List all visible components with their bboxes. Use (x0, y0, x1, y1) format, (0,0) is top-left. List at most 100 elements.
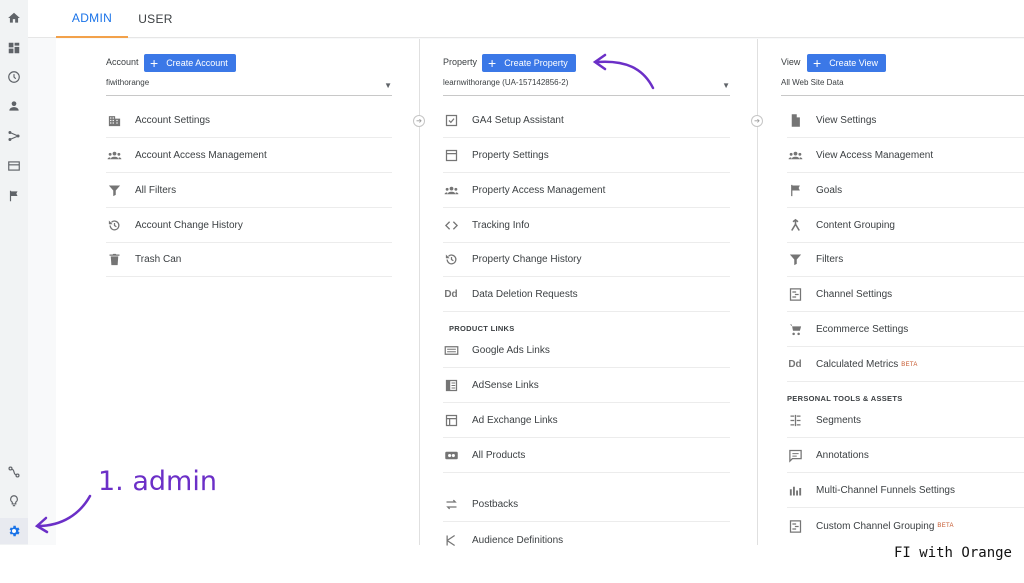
tab-admin[interactable]: ADMIN (56, 0, 128, 38)
acquisition-icon[interactable] (6, 128, 22, 144)
ga4-setup-assistant-item[interactable]: GA4 Setup Assistant (443, 104, 730, 138)
products-icon (443, 448, 459, 464)
channel-icon (787, 518, 803, 534)
plus-icon: + (813, 55, 822, 71)
create-property-label: Create Property (504, 58, 568, 68)
home-icon[interactable] (6, 10, 22, 26)
trash-icon (106, 252, 122, 268)
filter-icon (106, 183, 122, 199)
channel-settings-item[interactable]: Channel Settings (787, 278, 1024, 312)
ecommerce-settings-item[interactable]: Ecommerce Settings (787, 313, 1024, 347)
people-icon (443, 183, 459, 199)
arrow-circle-icon: ➔ (751, 115, 763, 127)
content-grouping-item[interactable]: Content Grouping (787, 209, 1024, 243)
document-icon (787, 113, 803, 129)
annotation-arrow-to-create-property (592, 53, 655, 90)
beta-badge: BETA (937, 523, 954, 529)
custom-channel-grouping-item[interactable]: Custom Channel Grouping BETA (787, 509, 1024, 543)
dd-icon: Dd (444, 289, 458, 300)
adexchange-icon (443, 413, 459, 429)
account-selector[interactable]: fiwithorange ▼ (106, 78, 392, 96)
customization-icon[interactable] (6, 40, 22, 56)
item-label: Property Settings (472, 150, 549, 161)
code-icon (443, 218, 459, 234)
admin-gear-icon[interactable] (0, 518, 28, 544)
item-label: Data Deletion Requests (472, 289, 578, 300)
annotations-item[interactable]: Annotations (787, 439, 1024, 473)
view-selector[interactable]: All Web Site Data (781, 78, 1024, 96)
all-filters-item[interactable]: All Filters (106, 174, 392, 208)
create-view-label: Create View (829, 58, 879, 68)
account-access-management-item[interactable]: Account Access Management (106, 139, 392, 173)
item-label: Account Settings (135, 115, 211, 126)
adsense-icon (443, 378, 459, 394)
calculated-metrics-item[interactable]: Dd Calculated Metrics BETA (787, 348, 1024, 382)
lightbulb-icon[interactable] (6, 493, 22, 509)
beta-badge: BETA (901, 361, 918, 368)
trash-can-item[interactable]: Trash Can (106, 243, 392, 277)
personal-tools-heading: PERSONAL TOOLS & ASSETS (787, 394, 903, 403)
comment-icon (787, 448, 803, 464)
item-label: Ad Exchange Links (472, 415, 558, 426)
google-ads-links-item[interactable]: Google Ads Links (443, 334, 730, 368)
item-label: Segments (816, 415, 862, 426)
tab-user[interactable]: USER (128, 0, 183, 38)
create-view-button[interactable]: + Create View (807, 54, 887, 72)
item-label: Property Change History (472, 254, 582, 265)
item-label: Filters (816, 254, 844, 265)
view-access-management-item[interactable]: View Access Management (787, 139, 1024, 173)
item-label: View Access Management (816, 150, 934, 161)
people-icon (787, 148, 803, 164)
dropdown-caret-icon: ▼ (722, 81, 730, 90)
item-label: Channel Settings (816, 289, 893, 300)
filter-icon (787, 252, 803, 268)
arrow-circle-icon: ➔ (413, 115, 425, 127)
property-settings-item[interactable]: Property Settings (443, 139, 730, 173)
annotation-arrow-to-admin (34, 494, 92, 534)
item-label: Property Access Management (472, 185, 606, 196)
account-settings-item[interactable]: Account Settings (106, 104, 392, 138)
item-label: Content Grouping (816, 220, 895, 231)
account-selected-value: fiwithorange (106, 78, 150, 87)
data-deletion-requests-item[interactable]: Dd Data Deletion Requests (443, 278, 730, 312)
create-account-label: Create Account (166, 58, 228, 68)
product-links-heading: PRODUCT LINKS (449, 324, 515, 333)
grouping-icon (787, 218, 803, 234)
view-selected-value: All Web Site Data (781, 78, 844, 87)
item-label: Trash Can (135, 254, 182, 265)
item-label: Calculated Metrics (816, 359, 899, 370)
account-change-history-item[interactable]: Account Change History (106, 209, 392, 243)
behavior-icon[interactable] (6, 158, 22, 174)
ads-icon (443, 343, 459, 359)
item-label: AdSense Links (472, 380, 539, 391)
view-settings-item[interactable]: View Settings (787, 104, 1024, 138)
building-icon (106, 113, 122, 129)
dd-icon: Dd (788, 359, 802, 370)
property-access-management-item[interactable]: Property Access Management (443, 174, 730, 208)
account-label: Account (106, 57, 139, 67)
bars-icon (787, 483, 803, 499)
audience-definitions-item[interactable]: Audience Definitions (443, 523, 730, 557)
goals-item[interactable]: Goals (787, 174, 1024, 208)
admin-annotation-text: 1. admin (98, 466, 217, 497)
tracking-info-item[interactable]: Tracking Info (443, 209, 730, 243)
audience-nav-icon[interactable] (6, 98, 22, 114)
audience-icon (443, 532, 459, 548)
all-products-item[interactable]: All Products (443, 439, 730, 473)
adsense-links-item[interactable]: AdSense Links (443, 369, 730, 403)
create-property-button[interactable]: + Create Property (482, 54, 576, 72)
realtime-icon[interactable] (6, 69, 22, 85)
create-account-button[interactable]: + Create Account (144, 54, 236, 72)
item-label: View Settings (816, 115, 877, 126)
segments-item[interactable]: Segments (787, 404, 1024, 438)
people-icon (106, 148, 122, 164)
multi-channel-funnels-settings-item[interactable]: Multi-Channel Funnels Settings (787, 474, 1024, 508)
ad-exchange-links-item[interactable]: Ad Exchange Links (443, 404, 730, 438)
item-label: Account Access Management (135, 150, 267, 161)
property-change-history-item[interactable]: Property Change History (443, 243, 730, 277)
filters-item[interactable]: Filters (787, 243, 1024, 277)
conversions-icon[interactable] (6, 188, 22, 204)
item-label: Ecommerce Settings (816, 324, 909, 335)
postbacks-item[interactable]: Postbacks (443, 488, 730, 522)
attribution-icon[interactable] (6, 464, 22, 480)
